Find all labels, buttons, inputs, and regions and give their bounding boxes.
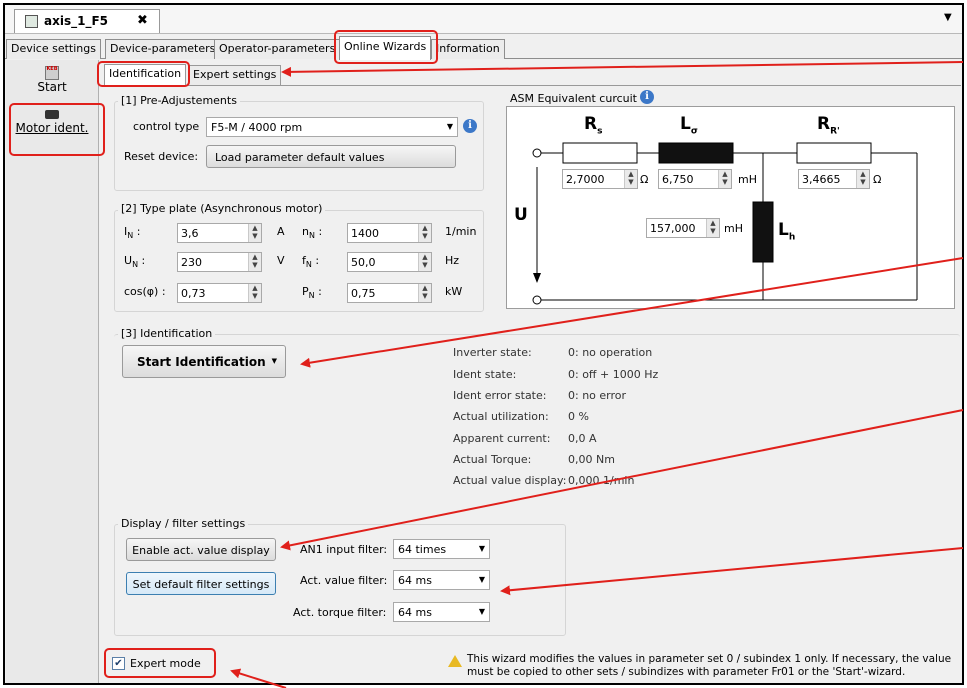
annotation-arrow [230,668,287,688]
tab-online-wizards[interactable]: Online Wizards [339,36,432,60]
annotation-arrow [500,547,964,596]
annotation-arrow [281,61,964,77]
annotation-arrows [230,61,964,688]
annotation-arrow [300,257,964,368]
annotation-arrow [280,409,964,551]
subtab-identification[interactable]: Identification [104,64,187,85]
